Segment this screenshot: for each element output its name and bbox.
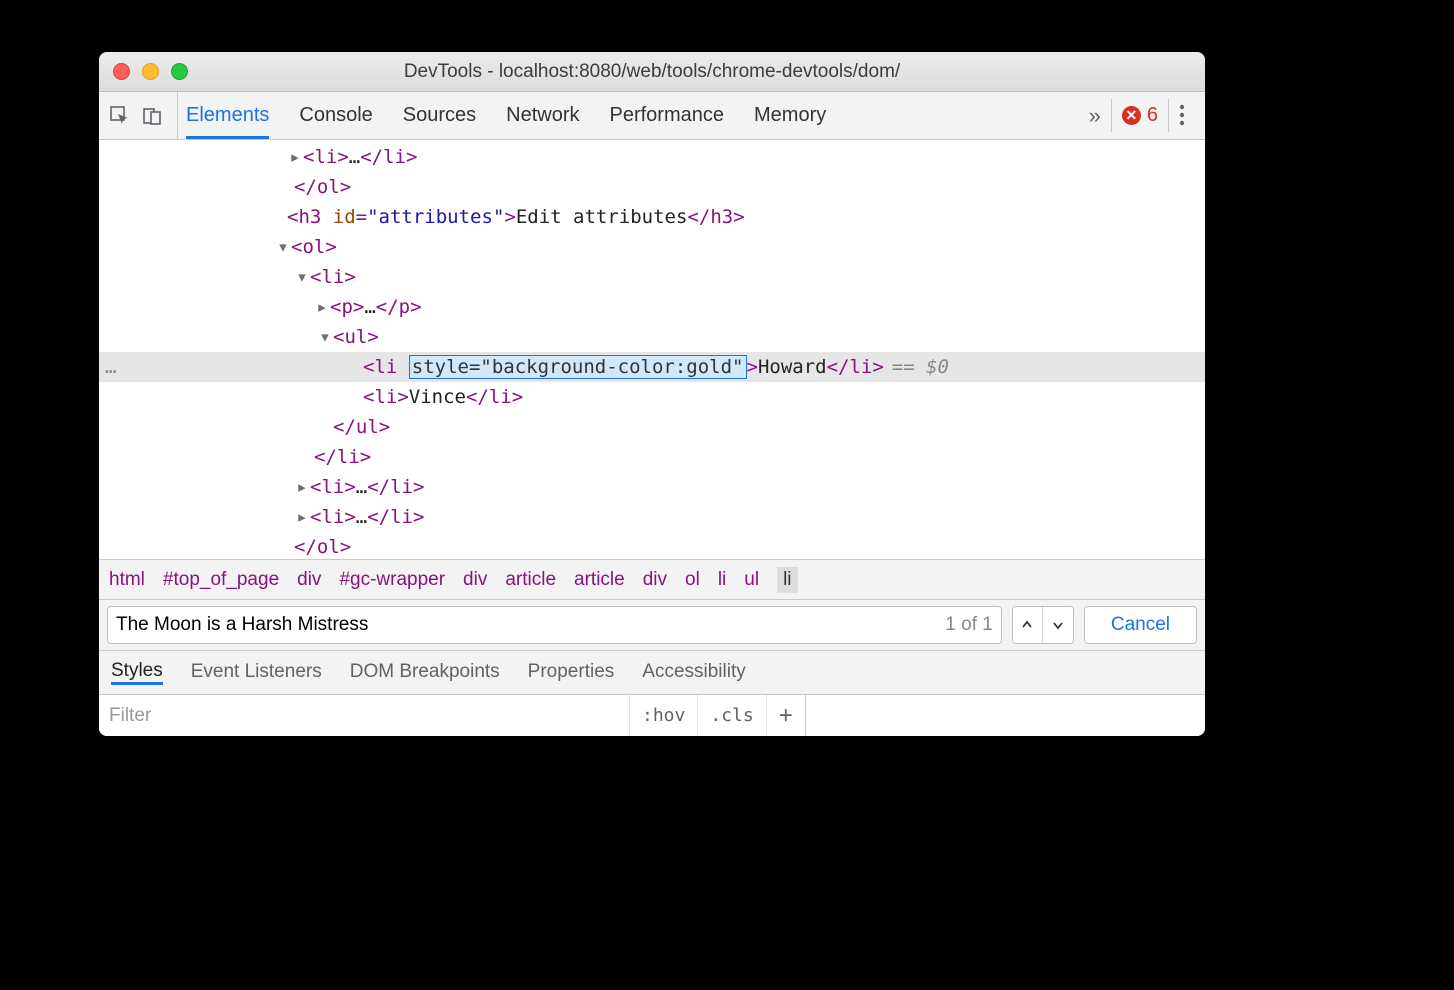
crumb-item[interactable]: article: [505, 569, 556, 591]
dom-line[interactable]: <h3 id="attributes">Edit attributes</h3>: [99, 202, 1205, 232]
search-prev-button[interactable]: [1013, 607, 1043, 643]
crumb-item[interactable]: #gc-wrapper: [339, 569, 445, 591]
dom-line[interactable]: ▸<li>…</li>: [99, 142, 1205, 172]
search-input[interactable]: [116, 614, 939, 636]
dom-line[interactable]: </ol>: [99, 172, 1205, 202]
crumb-item[interactable]: div: [297, 569, 321, 591]
window-title: DevTools - localhost:8080/web/tools/chro…: [99, 61, 1205, 83]
device-toolbar-icon[interactable]: [141, 105, 163, 127]
crumb-item[interactable]: #top_of_page: [163, 569, 279, 591]
dom-line[interactable]: </li>: [99, 442, 1205, 472]
zoom-window-button[interactable]: [171, 63, 188, 80]
cancel-button[interactable]: Cancel: [1084, 606, 1197, 644]
dom-line[interactable]: ▾<ol>: [99, 232, 1205, 262]
dom-line[interactable]: ▸<li>…</li>: [99, 472, 1205, 502]
tab-sources[interactable]: Sources: [403, 92, 476, 139]
main-toolbar: Elements Console Sources Network Perform…: [99, 92, 1205, 140]
minimize-window-button[interactable]: [142, 63, 159, 80]
close-window-button[interactable]: [113, 63, 130, 80]
tab-elements[interactable]: Elements: [186, 92, 269, 139]
crumb-item[interactable]: article: [574, 569, 625, 591]
dom-line[interactable]: </ol>: [99, 532, 1205, 559]
styles-divider: [805, 695, 1205, 736]
crumb-item[interactable]: ul: [744, 569, 759, 591]
tab-properties[interactable]: Properties: [528, 661, 615, 685]
error-icon: ✕: [1122, 106, 1141, 125]
kebab-menu-icon[interactable]: [1168, 99, 1195, 132]
tab-event-listeners[interactable]: Event Listeners: [191, 661, 322, 685]
search-bar: 1 of 1 Cancel: [99, 599, 1205, 650]
search-result-count: 1 of 1: [945, 614, 993, 636]
hov-toggle[interactable]: :hov: [629, 695, 697, 736]
crumb-item[interactable]: html: [109, 569, 145, 591]
tab-styles[interactable]: Styles: [111, 660, 163, 685]
dom-line[interactable]: ▾<li>: [99, 262, 1205, 292]
devtools-window: DevTools - localhost:8080/web/tools/chro…: [99, 52, 1205, 736]
tab-performance[interactable]: Performance: [610, 92, 725, 139]
filter-input[interactable]: [99, 695, 629, 736]
dom-line[interactable]: <li>Vince</li>: [99, 382, 1205, 412]
tab-memory[interactable]: Memory: [754, 92, 826, 139]
crumb-item-selected[interactable]: li: [777, 567, 797, 593]
dom-line[interactable]: ▾<ul>: [99, 322, 1205, 352]
breadcrumb: html #top_of_page div #gc-wrapper div ar…: [99, 559, 1205, 599]
styles-tab-bar: Styles Event Listeners DOM Breakpoints P…: [99, 650, 1205, 694]
attribute-edit-box[interactable]: style="background-color:gold": [409, 355, 747, 379]
tab-network[interactable]: Network: [506, 92, 579, 139]
dom-line[interactable]: </ul>: [99, 412, 1205, 442]
styles-filter-row: :hov .cls +: [99, 694, 1205, 736]
new-style-rule-button[interactable]: +: [766, 695, 805, 736]
dom-line-selected[interactable]: <li style="background-color:gold">Howard…: [99, 352, 1205, 382]
inspect-element-icon[interactable]: [109, 105, 131, 127]
search-next-button[interactable]: [1043, 607, 1073, 643]
crumb-item[interactable]: div: [463, 569, 487, 591]
cls-toggle[interactable]: .cls: [697, 695, 765, 736]
crumb-item[interactable]: li: [718, 569, 726, 591]
more-tabs-button[interactable]: »: [1079, 103, 1111, 129]
error-badge[interactable]: ✕ 6: [1111, 99, 1168, 132]
dom-tree-pane[interactable]: ▸<li>…</li> </ol> <h3 id="attributes">Ed…: [99, 140, 1205, 559]
search-stepper: [1012, 606, 1074, 644]
title-bar: DevTools - localhost:8080/web/tools/chro…: [99, 52, 1205, 92]
tab-accessibility[interactable]: Accessibility: [642, 661, 745, 685]
console-reference: == $0: [892, 356, 949, 378]
error-count: 6: [1147, 104, 1158, 127]
search-box: 1 of 1: [107, 606, 1002, 644]
tab-dom-breakpoints[interactable]: DOM Breakpoints: [350, 661, 500, 685]
dom-line[interactable]: ▸<li>…</li>: [99, 502, 1205, 532]
dom-line[interactable]: ▸<p>…</p>: [99, 292, 1205, 322]
window-controls: [113, 63, 188, 80]
crumb-item[interactable]: ol: [685, 569, 700, 591]
tab-console[interactable]: Console: [299, 92, 372, 139]
crumb-item[interactable]: div: [643, 569, 667, 591]
